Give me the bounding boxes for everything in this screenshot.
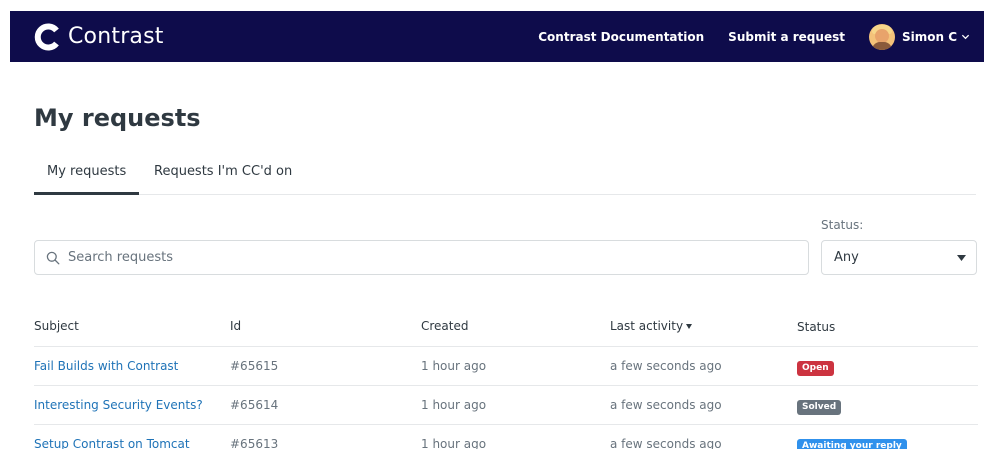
status-badge: Solved [797,400,842,415]
user-menu[interactable]: Simon C [868,23,970,50]
status-badge: Awaiting your reply [797,439,907,449]
top-navbar: Contrast Contrast Documentation Submit a… [10,11,984,62]
requests-table: Subject Id Created Last activity Status … [34,308,978,449]
avatar [868,23,895,50]
table-row: Interesting Security Events? #65614 1 ho… [34,386,978,425]
nav-link-submit-request[interactable]: Submit a request [728,30,845,44]
search-box [34,240,809,275]
page-title: My requests [34,104,201,132]
status-filter-label: Status: [821,218,864,232]
brand-name: Contrast [68,24,164,49]
table-row: Setup Contrast on Tomcat #65613 1 hour a… [34,425,978,449]
request-last-activity: a few seconds ago [610,398,722,412]
status-cell: Solved [797,398,842,415]
request-subject-link[interactable]: Fail Builds with Contrast [34,359,178,373]
column-header-created[interactable]: Created [421,319,469,333]
request-created: 1 hour ago [421,437,487,449]
subject-cell: Setup Contrast on Tomcat [34,437,190,449]
request-subject-link[interactable]: Interesting Security Events? [34,398,203,412]
request-last-activity: a few seconds ago [610,437,722,449]
request-subject-link[interactable]: Setup Contrast on Tomcat [34,437,190,449]
status-badge: Open [797,361,834,376]
request-created: 1 hour ago [421,398,487,412]
column-header-status[interactable]: Status [797,320,835,334]
request-last-activity: a few seconds ago [610,359,722,373]
nav-link-documentation[interactable]: Contrast Documentation [538,30,704,44]
status-select[interactable]: Any [821,240,977,275]
user-name: Simon C [901,29,957,44]
status-cell: Awaiting your reply [797,437,907,449]
column-header-id[interactable]: Id [230,319,241,333]
chevron-down-icon [961,34,970,40]
tab-my-requests[interactable]: My requests [34,163,140,195]
contrast-logo-icon [34,23,59,50]
table-row: Fail Builds with Contrast #65615 1 hour … [34,347,978,386]
request-id: #65614 [230,398,279,412]
column-header-last-activity-label: Last activity [610,319,684,333]
brand-logo-link[interactable]: Contrast [34,23,164,51]
request-id: #65613 [230,437,279,449]
nav-links: Contrast Documentation Submit a request … [538,11,984,62]
search-icon [46,251,60,264]
column-header-subject[interactable]: Subject [34,319,79,333]
request-tabs: My requests Requests I'm CC'd on [34,163,976,195]
subject-cell: Interesting Security Events? [34,398,203,412]
subject-cell: Fail Builds with Contrast [34,359,178,373]
table-header: Subject Id Created Last activity Status [34,308,978,347]
status-select-value: Any [834,250,859,265]
status-cell: Open [797,359,834,376]
column-header-last-activity[interactable]: Last activity [610,319,693,333]
request-created: 1 hour ago [421,359,487,373]
request-id: #65615 [230,359,279,373]
tab-cc-requests[interactable]: Requests I'm CC'd on [141,163,305,195]
sort-desc-icon [686,324,693,329]
caret-down-icon [957,254,966,261]
search-input[interactable] [68,242,788,273]
